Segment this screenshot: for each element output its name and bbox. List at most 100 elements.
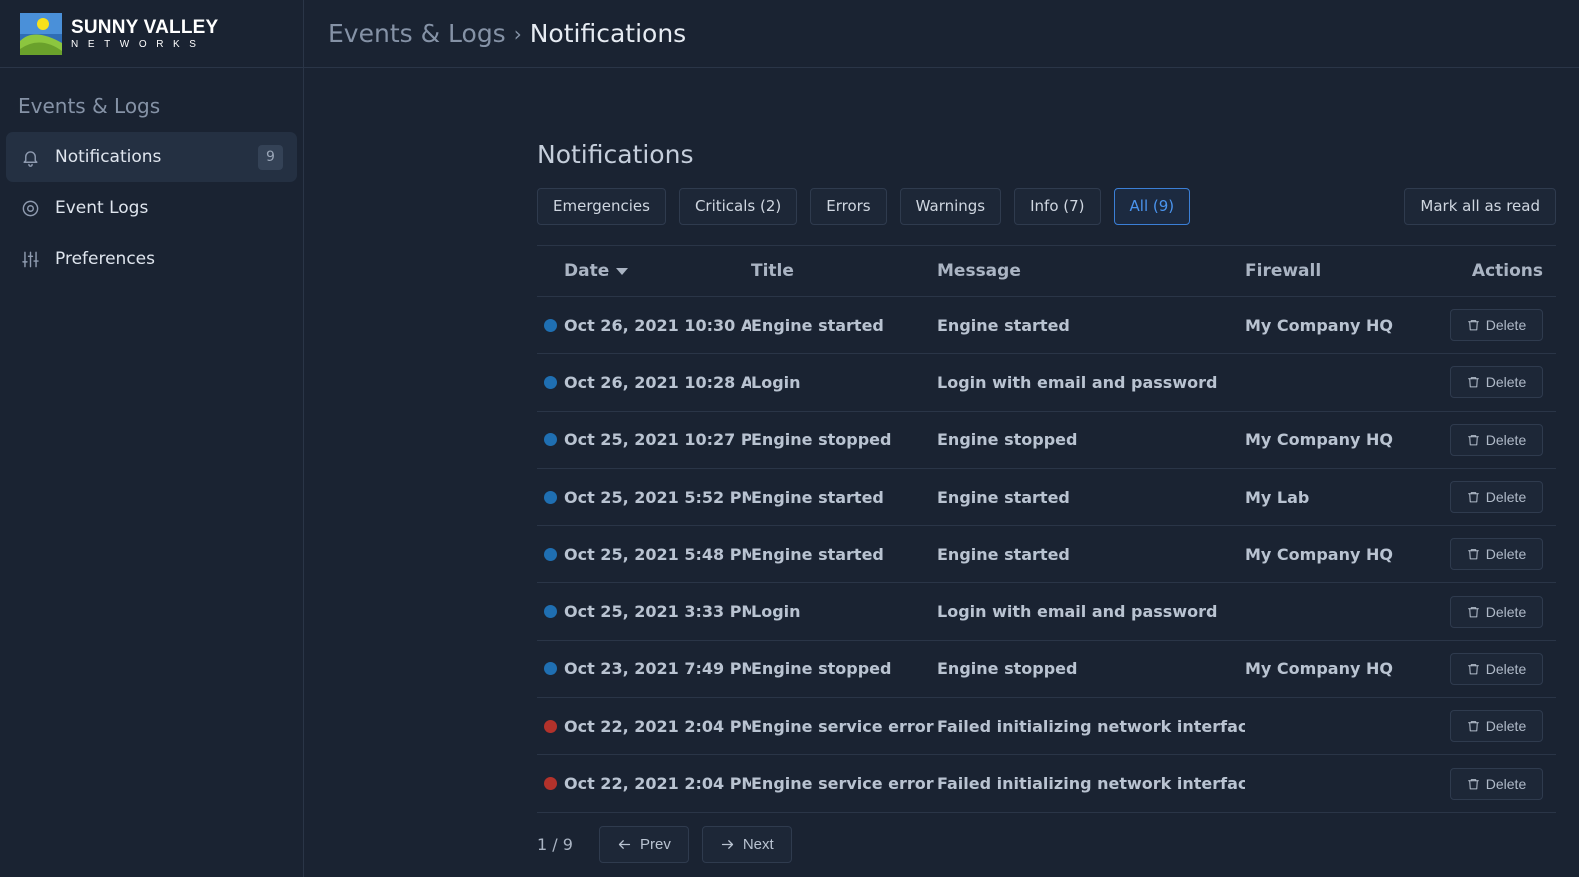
breadcrumb-separator: › xyxy=(513,21,522,46)
cell-date-text: Oct 25, 2021 5:48 PM xyxy=(564,544,751,564)
delete-button[interactable]: Delete xyxy=(1450,538,1543,571)
main-content: Notifications Emergencies Criticals (2) … xyxy=(537,140,1556,863)
delete-button[interactable]: Delete xyxy=(1450,652,1543,685)
cell-firewall: My Lab xyxy=(1245,487,1310,507)
cell-date: Oct 25, 2021 3:33 PM xyxy=(537,602,751,621)
brand[interactable]: SUNNY VALLEY NETWORKS xyxy=(0,0,303,68)
cell-title: Engine started xyxy=(751,315,884,335)
unread-dot-icon xyxy=(544,433,557,447)
table-row[interactable]: Oct 25, 2021 3:33 PM Login Login with emai… xyxy=(537,583,1556,641)
table-row[interactable]: Oct 22, 2021 2:04 PM Engine service error… xyxy=(537,755,1556,813)
filter-all-button[interactable]: All (9) xyxy=(1113,187,1191,225)
unread-dot-icon xyxy=(544,605,557,619)
cell-title: Engine started xyxy=(751,487,884,507)
next-page-button[interactable]: Next xyxy=(701,825,792,863)
trash-icon xyxy=(1467,664,1479,675)
cell-actions: Delete xyxy=(1435,366,1556,399)
arrow-right-icon xyxy=(721,839,733,849)
sidebar-item-preferences[interactable]: Preferences xyxy=(6,234,297,284)
delete-label: Delete xyxy=(1485,660,1527,677)
cell-title: Login xyxy=(751,602,801,622)
cell-title: Engine service error xyxy=(751,774,934,794)
filter-criticals-button[interactable]: Criticals (2) xyxy=(678,187,798,225)
trash-icon xyxy=(1467,549,1479,560)
cell-actions: Delete xyxy=(1435,309,1556,342)
cell-message: Engine started xyxy=(937,544,1070,564)
unread-dot-icon xyxy=(544,318,557,332)
sort-desc-icon xyxy=(616,267,629,275)
arrow-left-icon xyxy=(618,839,631,849)
delete-button[interactable]: Delete xyxy=(1450,309,1543,342)
column-header-date[interactable]: Date xyxy=(537,261,751,281)
table-row[interactable]: Oct 26, 2021 10:30 AM Engine started Engin… xyxy=(537,297,1556,355)
column-header-date-label: Date xyxy=(564,261,610,281)
delete-label: Delete xyxy=(1485,374,1527,391)
trash-icon xyxy=(1467,492,1479,503)
filter-info-button[interactable]: Info (7) xyxy=(1014,187,1101,225)
column-header-firewall: Firewall xyxy=(1245,261,1322,281)
sidebar: SUNNY VALLEY NETWORKS Events & Logs Noti… xyxy=(0,0,304,877)
sidebar-item-label: Event Logs xyxy=(55,198,149,218)
sunny-valley-logo-icon xyxy=(20,12,62,55)
sidebar-item-event-logs[interactable]: Event Logs xyxy=(6,183,297,233)
table-row[interactable]: Oct 22, 2021 2:04 PM Engine service error… xyxy=(537,698,1556,756)
delete-label: Delete xyxy=(1485,718,1527,735)
cell-message: Login with email and password xyxy=(937,602,1218,622)
table-row[interactable]: Oct 23, 2021 7:49 PM Engine stopped Engine… xyxy=(537,641,1556,699)
cell-message: Engine stopped xyxy=(937,659,1078,679)
critical-dot-icon xyxy=(544,777,557,791)
cell-date: Oct 25, 2021 5:52 PM xyxy=(537,488,751,507)
cell-title: Engine stopped xyxy=(751,430,892,450)
cell-date: Oct 25, 2021 5:48 PM xyxy=(537,545,751,564)
delete-button[interactable]: Delete xyxy=(1450,366,1543,399)
cell-actions: Delete xyxy=(1435,710,1556,743)
cell-actions: Delete xyxy=(1435,481,1556,514)
cell-date: Oct 25, 2021 10:27 PM xyxy=(537,430,751,449)
table-body: Oct 26, 2021 10:30 AM Engine started Engin… xyxy=(537,297,1556,813)
table-header: Date Title Message Firewall Actions xyxy=(537,245,1556,297)
table-row[interactable]: Oct 26, 2021 10:28 AM Login Login with ema… xyxy=(537,354,1556,412)
breadcrumb-parent[interactable]: Events & Logs xyxy=(328,19,506,48)
cell-date: Oct 26, 2021 10:30 AM xyxy=(537,316,751,335)
cell-title: Engine stopped xyxy=(751,659,892,679)
mark-all-read-button[interactable]: Mark all as read xyxy=(1404,187,1556,225)
sidebar-item-notifications[interactable]: Notifications 9 xyxy=(6,132,297,182)
cell-date: Oct 22, 2021 2:04 PM xyxy=(537,774,751,793)
unread-dot-icon xyxy=(544,375,557,389)
brand-subtitle: NETWORKS xyxy=(71,38,206,50)
delete-label: Delete xyxy=(1485,775,1527,792)
delete-button[interactable]: Delete xyxy=(1450,595,1543,628)
cell-actions: Delete xyxy=(1435,767,1556,800)
breadcrumb: Events & Logs › Notifications xyxy=(304,0,1579,68)
delete-button[interactable]: Delete xyxy=(1450,710,1543,743)
delete-button[interactable]: Delete xyxy=(1450,481,1543,514)
delete-label: Delete xyxy=(1485,546,1527,563)
unread-dot-icon xyxy=(544,490,557,504)
delete-button[interactable]: Delete xyxy=(1450,767,1543,800)
next-label: Next xyxy=(742,835,774,853)
filter-errors-button[interactable]: Errors xyxy=(810,187,887,225)
page-title: Notifications xyxy=(537,140,694,169)
column-header-actions: Actions xyxy=(1435,261,1556,281)
delete-button[interactable]: Delete xyxy=(1450,423,1543,456)
trash-icon xyxy=(1467,778,1479,789)
filter-warnings-button[interactable]: Warnings xyxy=(899,187,1002,225)
cell-title: Login xyxy=(751,372,801,392)
trash-icon xyxy=(1467,320,1479,331)
cell-date-text: Oct 22, 2021 2:04 PM xyxy=(564,774,751,794)
cell-date: Oct 23, 2021 7:49 PM xyxy=(537,659,751,678)
cell-message: Engine started xyxy=(937,487,1070,507)
table-row[interactable]: Oct 25, 2021 10:27 PM Engine stopped Engin… xyxy=(537,412,1556,469)
delete-label: Delete xyxy=(1485,431,1527,448)
pagination: 1 / 9 Prev Next xyxy=(537,825,1556,863)
table-row[interactable]: Oct 25, 2021 5:48 PM Engine started Engine… xyxy=(537,526,1556,584)
column-header-actions-label: Actions xyxy=(1471,261,1543,281)
cell-date-text: Oct 25, 2021 5:52 PM xyxy=(564,487,751,507)
table-row[interactable]: Oct 25, 2021 5:52 PM Engine started Engine… xyxy=(537,469,1556,527)
delete-label: Delete xyxy=(1485,603,1527,620)
cell-date-text: Oct 26, 2021 10:28 AM xyxy=(564,372,751,392)
critical-dot-icon xyxy=(544,719,557,733)
prev-page-button[interactable]: Prev xyxy=(599,825,689,863)
delete-label: Delete xyxy=(1485,317,1527,334)
filter-emergencies-button[interactable]: Emergencies xyxy=(537,187,666,225)
